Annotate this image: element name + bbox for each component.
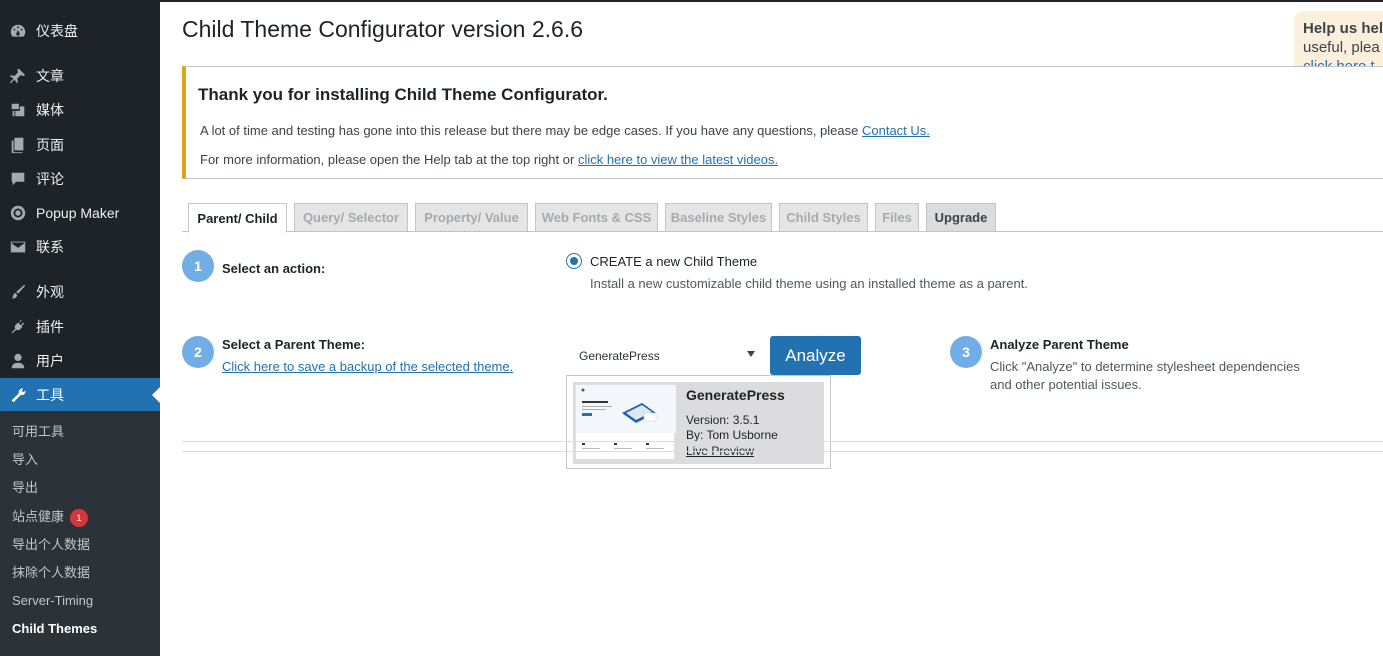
selected-theme-value: GeneratePress xyxy=(579,349,660,363)
menu-label: Popup Maker xyxy=(36,205,120,221)
step-3-desc-2: and other potential issues. xyxy=(990,377,1142,392)
step-3-badge: 3 xyxy=(950,336,982,368)
tab-bar: Parent/ Child Query/ Selector Property/ … xyxy=(182,203,1383,233)
tab-baseline-styles[interactable]: Baseline Styles xyxy=(665,203,772,232)
chevron-down-icon xyxy=(747,351,755,357)
tab-query-selector[interactable]: Query/ Selector xyxy=(294,203,408,232)
menu-item-tools[interactable]: 工具 xyxy=(0,378,160,412)
theme-screenshot-graphic xyxy=(576,385,676,449)
tab-web-fonts-css[interactable]: Web Fonts & CSS xyxy=(535,203,658,232)
tab-property-value[interactable]: Property/ Value xyxy=(415,203,528,232)
media-icon xyxy=(0,101,36,119)
step-2-label: Select a Parent Theme: xyxy=(222,337,366,352)
menu-item-users[interactable]: 用户 xyxy=(0,344,160,378)
menu-item-posts[interactable]: 文章 xyxy=(0,59,160,93)
notice-paragraph-2: For more information, please open the He… xyxy=(200,152,778,167)
mail-icon xyxy=(0,238,36,256)
submenu-item-export-personal-data[interactable]: 导出个人数据 xyxy=(12,535,90,555)
theme-screenshot xyxy=(575,384,676,460)
popup-maker-icon xyxy=(0,204,36,222)
page-icon xyxy=(0,136,36,154)
step-3-label: Analyze Parent Theme xyxy=(990,337,1129,352)
theme-preview-card: GeneratePress Version: 3.5.1 By: Tom Usb… xyxy=(566,375,831,469)
submenu-item-server-timing[interactable]: Server-Timing xyxy=(12,591,93,611)
step-3-desc-1: Click "Analyze" to determine stylesheet … xyxy=(990,359,1300,374)
submenu-item-erase-personal-data[interactable]: 抹除个人数据 xyxy=(12,563,90,583)
menu-label: 联系 xyxy=(36,239,64,255)
submenu-item-site-health[interactable]: 站点健康 1 xyxy=(12,507,89,527)
menu-label: 页面 xyxy=(36,137,64,153)
backup-theme-link[interactable]: Click here to save a backup of the selec… xyxy=(222,359,513,374)
analyze-button[interactable]: Analyze xyxy=(770,336,861,375)
tab-upgrade[interactable]: Upgrade xyxy=(926,203,996,232)
theme-author: By: Tom Usborne xyxy=(686,428,778,442)
menu-label: 用户 xyxy=(36,353,64,369)
page-title: Child Theme Configurator version 2.6.6 xyxy=(182,16,584,42)
menu-item-comments[interactable]: 评论 xyxy=(0,162,160,196)
menu-item-media[interactable]: 媒体 xyxy=(0,93,160,127)
step-2-badge: 2 xyxy=(182,336,214,368)
menu-label: 仪表盘 xyxy=(36,23,78,39)
user-icon xyxy=(0,352,36,370)
menu-label: 工具 xyxy=(36,387,64,403)
videos-link[interactable]: click here to view the latest videos. xyxy=(578,152,778,167)
tab-files[interactable]: Files xyxy=(875,203,919,232)
menu-label: 文章 xyxy=(36,68,64,84)
submenu-label: 站点健康 xyxy=(12,509,65,524)
submenu-item-import[interactable]: 导入 xyxy=(12,450,38,470)
tab-child-styles[interactable]: Child Styles xyxy=(779,203,868,232)
menu-item-plugins[interactable]: 插件 xyxy=(0,310,160,344)
plugin-icon xyxy=(0,318,36,336)
submenu-item-export[interactable]: 导出 xyxy=(12,478,38,498)
notice-title: Thank you for installing Child Theme Con… xyxy=(198,85,608,104)
dashboard-icon xyxy=(0,22,36,40)
parent-theme-select[interactable]: GeneratePress xyxy=(571,344,761,368)
divider xyxy=(182,451,1383,452)
divider xyxy=(182,441,1383,442)
help-box: Help us hel useful, plea click here t xyxy=(1294,11,1383,67)
comment-icon xyxy=(0,170,36,188)
menu-item-dashboard[interactable]: 仪表盘 xyxy=(0,14,160,48)
menu-label: 评论 xyxy=(36,171,64,187)
tools-submenu: 可用工具 导入 导出 站点健康 1 导出个人数据 抹除个人数据 Server-Ti… xyxy=(0,411,160,656)
top-border xyxy=(160,0,1383,2)
submenu-item-child-themes[interactable]: Child Themes xyxy=(12,619,97,639)
menu-item-contact[interactable]: 联系 xyxy=(0,230,160,264)
help-box-text: useful, plea xyxy=(1303,39,1380,56)
notice-text: A lot of time and testing has gone into … xyxy=(200,123,862,138)
tab-parent-child[interactable]: Parent/ Child xyxy=(188,203,287,233)
install-notice: Thank you for installing Child Theme Con… xyxy=(182,66,1383,179)
site-health-badge: 1 xyxy=(70,508,89,527)
notice-text: For more information, please open the He… xyxy=(200,152,578,167)
wrench-icon xyxy=(0,386,36,404)
menu-label: 媒体 xyxy=(36,102,64,118)
create-option-desc: Install a new customizable child theme u… xyxy=(590,276,1028,291)
contact-us-link[interactable]: Contact Us. xyxy=(862,123,930,138)
menu-item-appearance[interactable]: 外观 xyxy=(0,275,160,309)
help-box-title: Help us hel xyxy=(1303,20,1383,37)
admin-sidebar: 仪表盘 文章 媒体 页面 评论 Popup Maker 联系 外观 插件 用户 … xyxy=(0,0,160,656)
menu-item-popup-maker[interactable]: Popup Maker xyxy=(0,196,160,230)
step-1-badge: 1 xyxy=(182,250,214,282)
create-child-theme-radio[interactable] xyxy=(566,253,582,269)
active-menu-arrow xyxy=(152,387,160,403)
step-1-label: Select an action: xyxy=(222,261,326,276)
submenu-item-available-tools[interactable]: 可用工具 xyxy=(12,422,64,442)
pin-icon xyxy=(0,67,36,85)
menu-item-pages[interactable]: 页面 xyxy=(0,128,160,162)
menu-label: 插件 xyxy=(36,319,64,335)
theme-name: GeneratePress xyxy=(686,387,785,403)
theme-version: Version: 3.5.1 xyxy=(686,413,760,427)
create-option-label: CREATE a new Child Theme xyxy=(590,254,758,269)
brush-icon xyxy=(0,283,36,301)
menu-label: 外观 xyxy=(36,284,64,300)
notice-paragraph-1: A lot of time and testing has gone into … xyxy=(200,123,930,138)
